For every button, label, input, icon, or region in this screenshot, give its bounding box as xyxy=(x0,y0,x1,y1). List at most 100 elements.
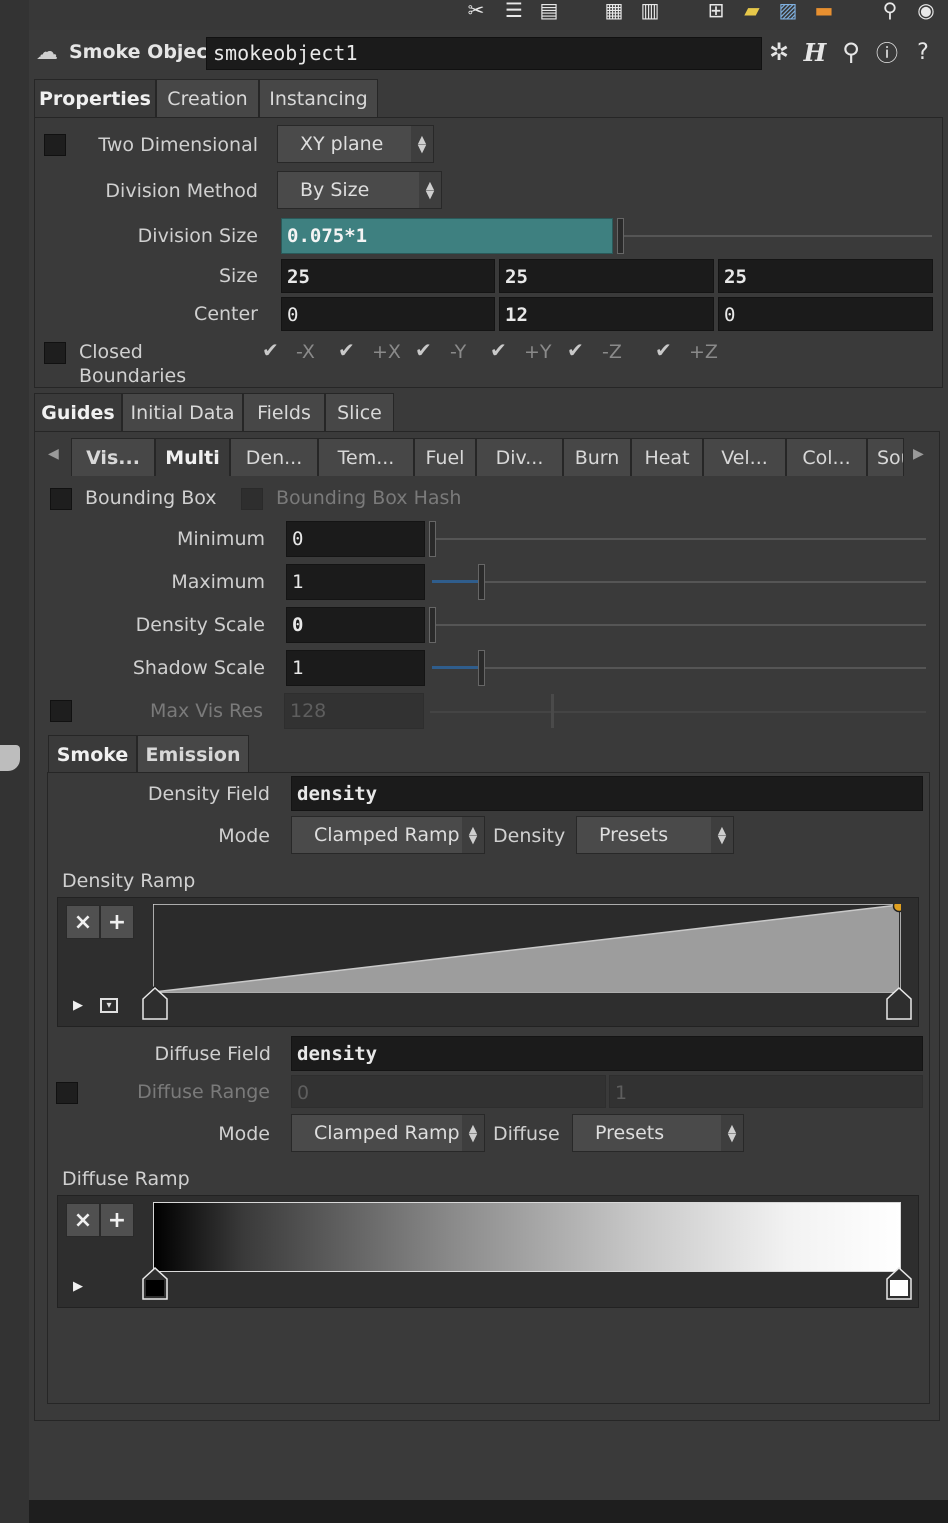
minimum-slider[interactable] xyxy=(432,538,926,540)
list-icon[interactable]: ▤ xyxy=(535,0,563,22)
box-icon[interactable]: ▬ xyxy=(810,0,838,22)
help-icon[interactable]: ? xyxy=(907,36,939,68)
density-scale-field[interactable]: 0 xyxy=(286,607,425,643)
density-presets-menu[interactable]: Presets ▲ ▼ xyxy=(576,816,734,854)
bounding-box-checkbox[interactable] xyxy=(50,488,72,510)
tab-creation[interactable]: Creation xyxy=(156,79,259,117)
diffuse-presets-menu[interactable]: Presets ▲ ▼ xyxy=(572,1114,744,1152)
image-add-icon[interactable]: ▨ xyxy=(774,0,802,22)
tab-instancing[interactable]: Instancing xyxy=(259,79,378,117)
tab-velocity[interactable]: Vel... xyxy=(703,438,786,476)
density-ramp-label: Density Ramp xyxy=(62,870,196,892)
density-ramp-graph[interactable] xyxy=(153,904,901,994)
tab-visualization[interactable]: Vis... xyxy=(71,438,155,476)
diffuse-ramp-key-end[interactable] xyxy=(885,1265,913,1301)
expand-arrow-icon[interactable]: ▶ xyxy=(73,998,83,1013)
tab-emission[interactable]: Emission xyxy=(137,735,249,773)
density-scale-slider-handle[interactable] xyxy=(429,607,436,643)
table-icon[interactable]: ▥ xyxy=(636,0,664,22)
axis-minus-x-label: -X xyxy=(296,341,315,363)
division-size-field[interactable]: 0.075*1 xyxy=(281,218,613,254)
check-icon[interactable]: ✔ xyxy=(655,338,672,362)
search-icon[interactable]: ⚲ xyxy=(876,0,904,22)
maximum-slider-fill xyxy=(432,580,480,583)
closed-boundaries-checkbox[interactable] xyxy=(44,342,66,364)
tab-multi[interactable]: Multi xyxy=(155,438,230,476)
size-x-field[interactable]: 25 xyxy=(281,259,495,293)
tab-fields[interactable]: Fields xyxy=(243,393,325,431)
size-z-field[interactable]: 25 xyxy=(718,259,933,293)
expand-arrow-icon[interactable]: ▶ xyxy=(73,1279,83,1294)
diffuse-range-min-field: 0 xyxy=(291,1075,606,1108)
tab-initial-data[interactable]: Initial Data xyxy=(122,393,243,431)
diffuse-mode-menu[interactable]: Clamped Ramp ▲ ▼ xyxy=(291,1114,485,1152)
tab-heat[interactable]: Heat xyxy=(631,438,703,476)
scroll-left-icon[interactable]: ◀ xyxy=(48,446,59,462)
sticky-note-icon[interactable]: ▰ xyxy=(738,0,766,22)
tab-burn[interactable]: Burn xyxy=(563,438,631,476)
network-icon[interactable]: ⊞ xyxy=(702,0,730,22)
smoke-object-icon: ☁ xyxy=(36,40,58,65)
mode-label: Mode xyxy=(218,1123,270,1145)
minimum-slider-handle[interactable] xyxy=(429,521,436,557)
grid-icon[interactable]: ▦ xyxy=(600,0,628,22)
diffuse-ramp-key-start[interactable] xyxy=(141,1265,169,1301)
tab-divergence[interactable]: Div... xyxy=(476,438,563,476)
shadow-scale-slider-handle[interactable] xyxy=(478,650,485,686)
tab-density[interactable]: Den... xyxy=(230,438,318,476)
center-z-field[interactable]: 0 xyxy=(718,297,933,331)
diffuse-ramp-gradient[interactable] xyxy=(153,1202,901,1272)
check-icon[interactable]: ✔ xyxy=(415,338,432,362)
help-h-icon[interactable]: H xyxy=(799,36,831,68)
tab-slice[interactable]: Slice xyxy=(325,393,394,431)
node-name-field[interactable]: smokeobject1 xyxy=(206,37,762,70)
division-size-slider-handle[interactable] xyxy=(617,218,624,254)
diffuse-field-input[interactable]: density xyxy=(291,1036,923,1071)
eye-icon[interactable]: ◉ xyxy=(912,0,940,22)
check-icon[interactable]: ✔ xyxy=(490,338,507,362)
axis-minus-z-label: -Z xyxy=(602,341,622,363)
density-ramp-key-start[interactable] xyxy=(141,985,169,1021)
check-icon[interactable]: ✔ xyxy=(262,338,279,362)
division-method-label: Division Method xyxy=(105,180,258,202)
check-icon[interactable]: ✔ xyxy=(338,338,355,362)
shadow-scale-field[interactable]: 1 xyxy=(286,650,425,686)
ramp-remove-button[interactable]: × xyxy=(66,905,100,939)
gear-icon[interactable]: ✲ xyxy=(763,36,795,68)
maximum-slider[interactable] xyxy=(432,581,926,583)
tab-guides[interactable]: Guides xyxy=(34,393,122,431)
bottom-strip xyxy=(29,1500,948,1523)
key-icon[interactable]: ▾ xyxy=(100,998,118,1013)
tab-properties[interactable]: Properties xyxy=(34,79,156,117)
tab-smoke[interactable]: Smoke xyxy=(48,735,137,773)
tab-collision[interactable]: Col... xyxy=(786,438,867,476)
ramp-add-button[interactable]: + xyxy=(100,1203,134,1237)
maximum-slider-handle[interactable] xyxy=(478,564,485,600)
tools-icon[interactable]: ✂ xyxy=(462,0,490,22)
shadow-scale-slider[interactable] xyxy=(432,667,926,669)
division-size-slider[interactable] xyxy=(620,235,932,237)
center-y-field[interactable]: 12 xyxy=(499,297,714,331)
spreadsheet-icon[interactable]: ☰ xyxy=(500,0,528,22)
check-icon[interactable]: ✔ xyxy=(567,338,584,362)
max-vis-res-slider xyxy=(430,711,926,713)
center-label: Center xyxy=(194,303,258,325)
ramp-remove-button[interactable]: × xyxy=(66,1203,100,1237)
density-ramp-key-end[interactable] xyxy=(885,985,913,1021)
density-scale-slider[interactable] xyxy=(432,624,926,626)
plane-menu[interactable]: XY plane ▲ ▼ xyxy=(277,125,434,163)
info-icon[interactable]: ⓘ xyxy=(871,36,903,68)
tab-fuel[interactable]: Fuel xyxy=(414,438,476,476)
density-field-input[interactable]: density xyxy=(291,776,923,811)
tab-source[interactable]: Sou xyxy=(867,438,904,476)
size-y-field[interactable]: 25 xyxy=(499,259,714,293)
ramp-add-button[interactable]: + xyxy=(100,905,134,939)
center-x-field[interactable]: 0 xyxy=(281,297,495,331)
scroll-right-icon[interactable]: ▶ xyxy=(913,446,924,462)
maximum-field[interactable]: 1 xyxy=(286,564,425,600)
division-method-menu[interactable]: By Size ▲ ▼ xyxy=(277,171,442,209)
density-mode-menu[interactable]: Clamped Ramp ▲ ▼ xyxy=(291,816,485,854)
minimum-field[interactable]: 0 xyxy=(286,521,425,557)
search-icon[interactable]: ⚲ xyxy=(835,36,867,68)
tab-temperature[interactable]: Tem... xyxy=(318,438,414,476)
